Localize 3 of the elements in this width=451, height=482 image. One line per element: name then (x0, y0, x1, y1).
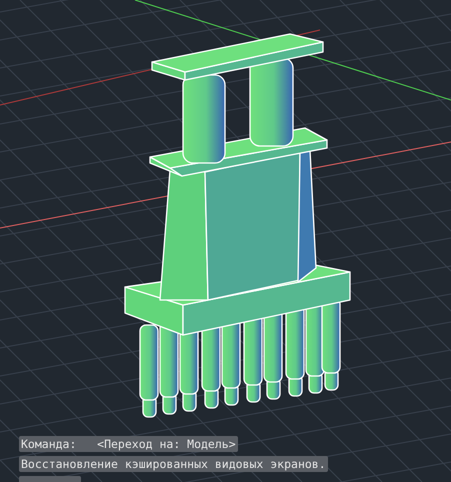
command-line-text: Восстановление кэшированных видовых экранов. (19, 456, 328, 472)
command-prompt-box (19, 476, 81, 482)
command-line-text: Команда: <Переход на: Модель> (19, 436, 238, 452)
